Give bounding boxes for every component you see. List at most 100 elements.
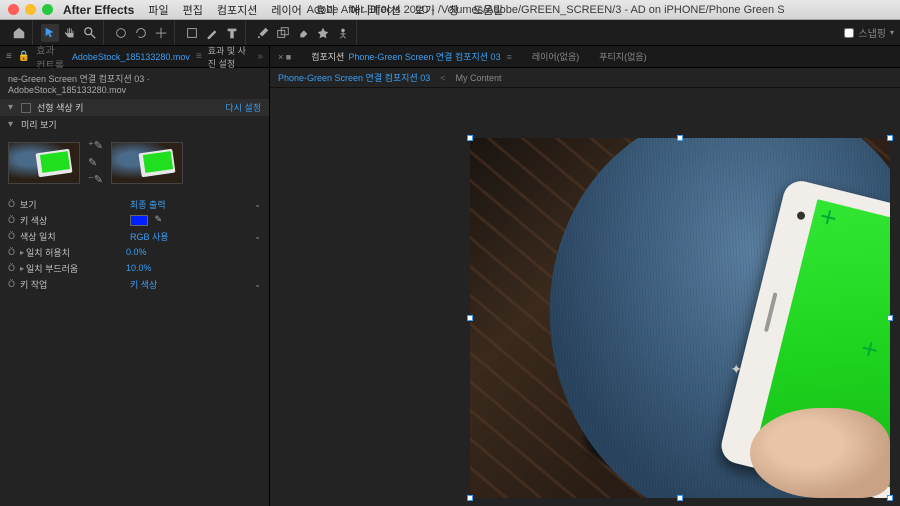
prop-softness: Ö ▸ 일치 부드러움 10.0%: [0, 260, 269, 276]
prop-key-color: Ö 키 색상 ✎: [0, 212, 269, 228]
tool-toolbar: 스냅핑 ▾: [0, 20, 900, 46]
eyedropper-icon[interactable]: ✎: [88, 156, 103, 169]
composition-viewer[interactable]: ✦: [270, 88, 900, 506]
tab-effects-presets[interactable]: 효과 및 사진 설정: [208, 44, 248, 70]
transform-handle[interactable]: [887, 135, 893, 141]
home-icon[interactable]: [10, 24, 28, 42]
stopwatch-icon[interactable]: Ö: [8, 279, 20, 289]
layer-path: ne-Green Screen 연결 컴포지션 03 · AdobeStock_…: [0, 68, 269, 99]
comp-tab-layer[interactable]: 레이어(없음): [532, 50, 579, 63]
panel-menu-icon[interactable]: × ■: [278, 52, 291, 62]
chevron-left-icon: <: [440, 73, 445, 83]
preview-label-row: ▾ 미리 보기: [0, 116, 269, 133]
eyedropper-add-icon[interactable]: ⁺✎: [88, 139, 103, 152]
collapse-icon[interactable]: ▾: [8, 119, 13, 130]
layer-bounding-box[interactable]: ✦: [470, 138, 890, 498]
clone-tool-icon[interactable]: [274, 24, 292, 42]
preview-source-thumb[interactable]: [8, 142, 80, 184]
stopwatch-icon[interactable]: Ö: [8, 263, 20, 273]
preview-thumbnails: ⁺✎ ✎ ⁻✎: [0, 133, 269, 192]
reset-button[interactable]: 다시 설정: [225, 101, 261, 114]
chevron-down-icon[interactable]: ⌄: [254, 232, 261, 241]
mac-titlebar: After Effects 파일 편집 컴포지션 레이어 효과 애니메이션 보기…: [0, 0, 900, 20]
transform-handle[interactable]: [887, 495, 893, 501]
pen-tool-icon[interactable]: [203, 24, 221, 42]
prop-view-value[interactable]: 최종 출력: [130, 198, 250, 211]
prop-view: Ö 보기 최종 출력 ⌄: [0, 196, 269, 212]
anchor-point-icon[interactable]: ✦: [730, 361, 742, 378]
close-window-button[interactable]: [8, 4, 19, 15]
prop-match-colors-value[interactable]: RGB 사용: [130, 230, 250, 243]
flow-item-mycontent[interactable]: My Content: [456, 73, 502, 83]
transform-handle[interactable]: [887, 315, 893, 321]
flow-item-comp[interactable]: Phone-Green Screen 연결 컴포지션 03: [278, 71, 430, 84]
stopwatch-icon[interactable]: Ö: [8, 215, 20, 225]
rotate-tool-icon[interactable]: [132, 24, 150, 42]
menu-composition[interactable]: 컴포지션: [217, 2, 257, 18]
panel-menu-icon[interactable]: ≡: [6, 51, 12, 62]
transform-handle[interactable]: [467, 315, 473, 321]
breadcrumb-clip[interactable]: AdobeStock_185133280.mov: [72, 52, 190, 62]
stopwatch-icon[interactable]: Ö: [8, 247, 20, 257]
effect-name: 선형 색상 키: [37, 101, 83, 114]
preview-output-thumb[interactable]: [111, 142, 183, 184]
effect-header-row[interactable]: ▾ 선형 색상 키 다시 설정: [0, 99, 269, 116]
lock-icon[interactable]: 🔒: [18, 51, 30, 62]
eyedropper-icon[interactable]: ✎: [155, 214, 166, 225]
composition-panel: × ■ 컴포지션 Phone-Green Screen 연결 컴포지션 03 ≡…: [270, 46, 900, 506]
hand-tool-icon[interactable]: [61, 24, 79, 42]
snapping-checkbox[interactable]: [844, 28, 854, 38]
prop-key-op: Ö 키 작업 키 색상 ⌄: [0, 276, 269, 292]
prop-tolerance-value[interactable]: 0.0%: [126, 247, 261, 257]
prop-tolerance: Ö ▸ 일치 허용치 0.0%: [0, 244, 269, 260]
window-title: Adobe After Effects 2020 - /Volumes/Adob…: [307, 4, 785, 16]
expand-icon[interactable]: ▸: [20, 264, 24, 273]
stopwatch-icon[interactable]: Ö: [8, 231, 20, 241]
transform-handle[interactable]: [467, 135, 473, 141]
anchor-tool-icon[interactable]: [152, 24, 170, 42]
chevron-down-icon[interactable]: ⌄: [254, 200, 261, 209]
eyedropper-stack: ⁺✎ ✎ ⁻✎: [88, 139, 103, 186]
maximize-window-button[interactable]: [42, 4, 53, 15]
zoom-tool-icon[interactable]: [81, 24, 99, 42]
close-tab-icon[interactable]: ≡: [507, 52, 512, 62]
fx-toggle-icon[interactable]: [21, 103, 31, 113]
minimize-window-button[interactable]: [25, 4, 36, 15]
comp-tab-active[interactable]: 컴포지션 Phone-Green Screen 연결 컴포지션 03 ≡: [311, 50, 512, 63]
transform-handle[interactable]: [677, 495, 683, 501]
app-name: After Effects: [63, 3, 134, 17]
transform-handle[interactable]: [677, 135, 683, 141]
preview-label: 미리 보기: [21, 118, 57, 131]
prop-key-op-value[interactable]: 키 색상: [130, 278, 250, 291]
comp-tab-footage[interactable]: 푸티지(없음): [599, 50, 646, 63]
chevron-down-icon[interactable]: ⌄: [254, 280, 261, 289]
comp-tab-bar: × ■ 컴포지션 Phone-Green Screen 연결 컴포지션 03 ≡…: [270, 46, 900, 68]
transform-handle[interactable]: [467, 495, 473, 501]
selection-tool-icon[interactable]: [41, 24, 59, 42]
eyedropper-sub-icon[interactable]: ⁻✎: [88, 173, 103, 186]
prop-softness-value[interactable]: 10.0%: [126, 263, 261, 273]
roto-tool-icon[interactable]: [314, 24, 332, 42]
chevron-down-icon[interactable]: ▾: [890, 28, 894, 37]
menu-edit[interactable]: 편집: [183, 2, 203, 18]
color-swatch[interactable]: [130, 215, 148, 226]
snapping-toggle[interactable]: 스냅핑 ▾: [844, 25, 894, 40]
effect-controls-tab-bar: ≡ 🔒 효과 컨트롤 AdobeStock_185133280.mov ≡ 효과…: [0, 46, 269, 68]
brush-tool-icon[interactable]: [254, 24, 272, 42]
canvas[interactable]: ✦: [470, 138, 900, 506]
eraser-tool-icon[interactable]: [294, 24, 312, 42]
collapse-icon[interactable]: ▾: [8, 102, 13, 113]
puppet-tool-icon[interactable]: [334, 24, 352, 42]
orbit-tool-icon[interactable]: [112, 24, 130, 42]
snapping-label: 스냅핑: [858, 25, 886, 40]
expand-icon[interactable]: ▸: [20, 248, 24, 257]
type-tool-icon[interactable]: [223, 24, 241, 42]
menu-layer[interactable]: 레이어: [271, 2, 301, 18]
breadcrumb-prefix: 효과 컨트롤: [36, 42, 66, 72]
rectangle-tool-icon[interactable]: [183, 24, 201, 42]
prop-key-color-value[interactable]: ✎: [130, 214, 261, 225]
footage-preview: [470, 138, 890, 498]
stopwatch-icon[interactable]: Ö: [8, 199, 20, 209]
menu-file[interactable]: 파일: [148, 2, 168, 18]
comp-flowchart-bar: Phone-Green Screen 연결 컴포지션 03 < My Conte…: [270, 68, 900, 88]
